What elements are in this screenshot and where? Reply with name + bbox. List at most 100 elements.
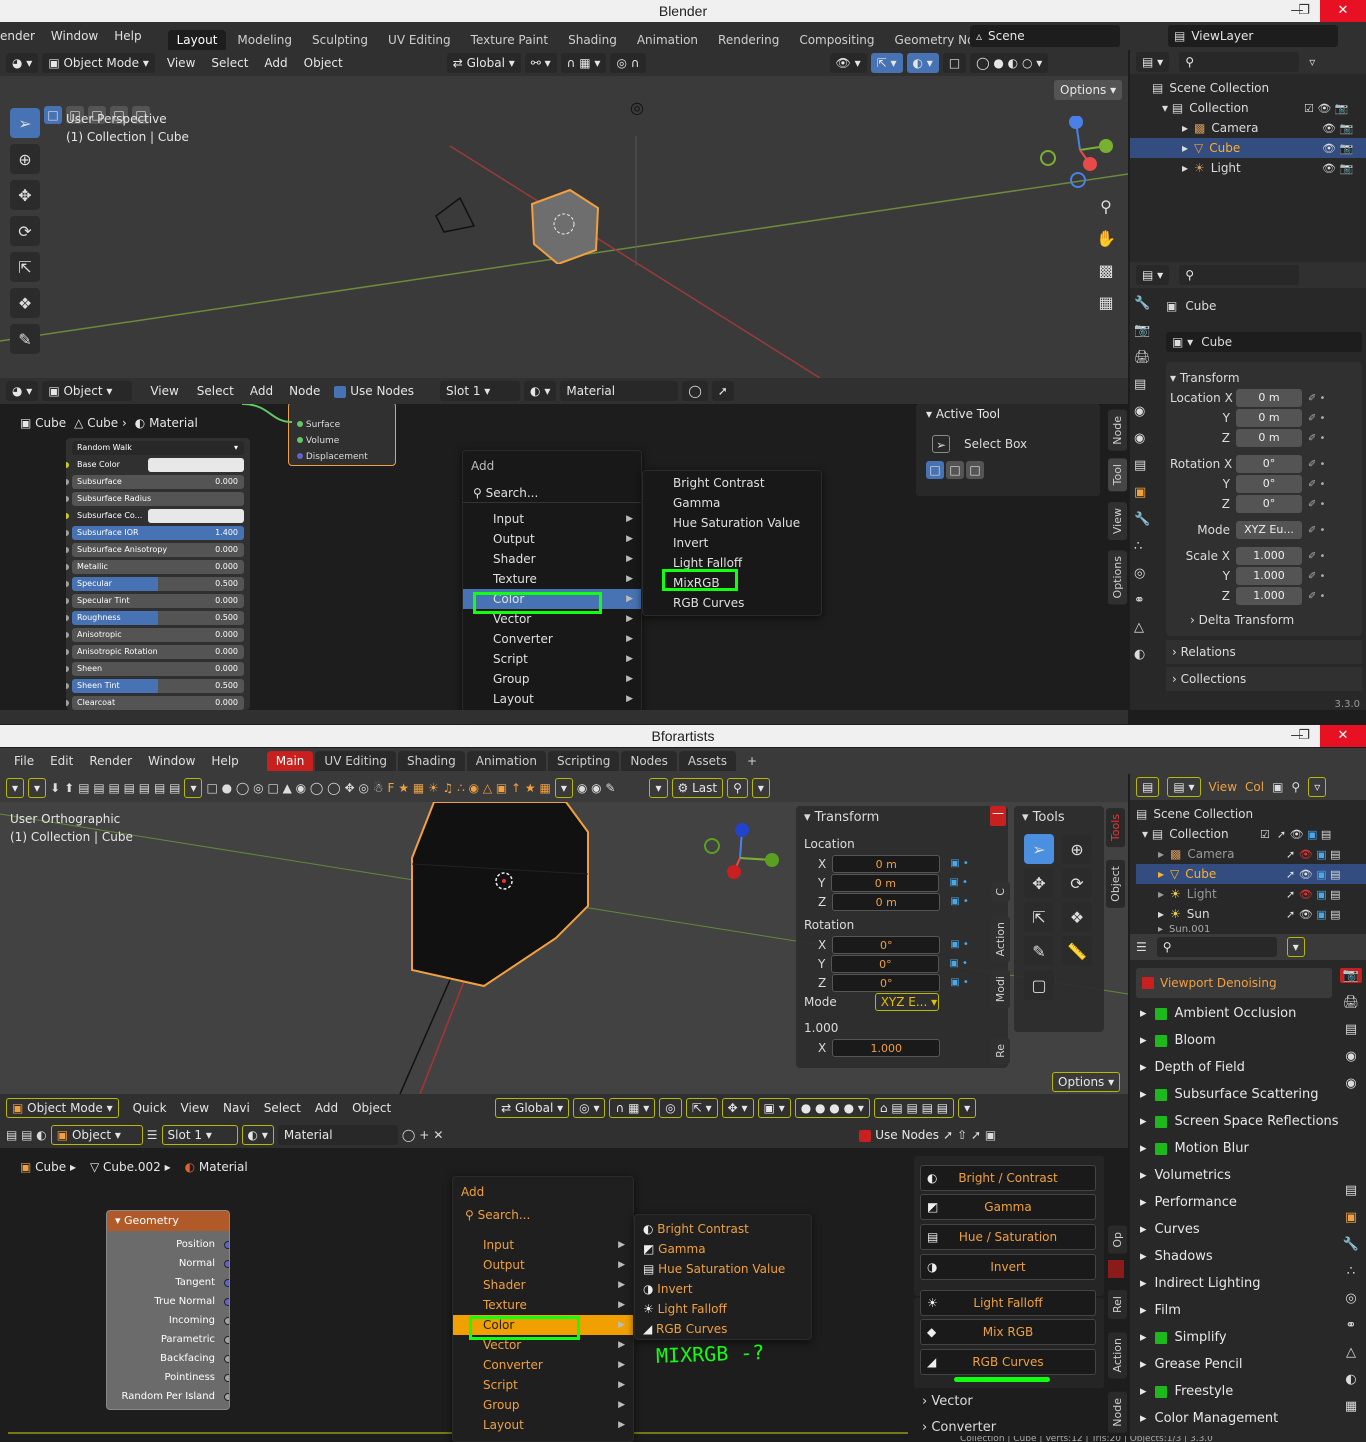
- enable-checkbox[interactable]: [1154, 1142, 1167, 1155]
- collection-props-icon[interactable]: ▤: [1134, 458, 1151, 473]
- tab-nodes[interactable]: Nodes: [621, 751, 677, 771]
- material-props-icon-bfa[interactable]: ◐: [1345, 1372, 1356, 1387]
- tab-shading-2[interactable]: Shading: [398, 751, 465, 771]
- output-socket[interactable]: [224, 1298, 229, 1306]
- scene-collection-row[interactable]: ▤ Scene Collection: [1152, 78, 1366, 98]
- add-menu-item-color[interactable]: Color ▶: [463, 589, 641, 609]
- material-output-node[interactable]: Surface Volume Displacement: [288, 404, 396, 466]
- cursor-tool-bfa[interactable]: ⊕: [1062, 834, 1092, 864]
- tab-animation[interactable]: Animation: [628, 30, 707, 50]
- render-props-icon[interactable]: 📷: [1134, 323, 1151, 338]
- new-material-icon[interactable]: +: [419, 1128, 429, 1142]
- lock-icon[interactable]: ✐ •: [1308, 459, 1325, 470]
- eevee-panel-9[interactable]: ▸ Shadows: [1140, 1243, 1339, 1270]
- proportional-toggle-bfa[interactable]: ◎: [659, 1098, 682, 1118]
- shelf-converter-header[interactable]: › Converter: [922, 1420, 996, 1435]
- use-nodes-checkbox[interactable]: Use Nodes: [334, 384, 414, 398]
- surface-socket[interactable]: Surface: [297, 417, 395, 433]
- slot-dropdown-bfa[interactable]: Slot 1 ▾: [161, 1125, 238, 1145]
- toolbar-dropdown-6[interactable]: ▾: [751, 778, 770, 798]
- tab-layout[interactable]: Layout: [167, 30, 227, 50]
- eevee-panel-12[interactable]: ▸ Simplify: [1140, 1324, 1339, 1351]
- shelf-tab-action[interactable]: Action: [1108, 1332, 1127, 1379]
- rotation-field-bfa[interactable]: 0°: [832, 935, 941, 954]
- enable-checkbox[interactable]: [1154, 1034, 1167, 1047]
- proportional-edit-toggle[interactable]: ◎ ∩: [610, 53, 646, 73]
- location-field[interactable]: 0 m: [1236, 389, 1302, 407]
- properties-search-bfa[interactable]: ⚲: [1156, 937, 1277, 957]
- tab-rendering[interactable]: Rendering: [709, 30, 788, 50]
- particles-props-icon[interactable]: ∴: [1134, 539, 1151, 554]
- zoom-icon[interactable]: ⚲: [1094, 194, 1118, 218]
- eevee-panel-4[interactable]: ▸ Screen Space Reflections: [1140, 1108, 1339, 1135]
- rotation-field-bfa[interactable]: 0°: [832, 973, 941, 992]
- fake-user-icon[interactable]: ◯: [682, 381, 708, 401]
- add-menu-item-vector[interactable]: Vector ▶: [463, 609, 641, 629]
- last-operator-button[interactable]: ⚙ Last: [671, 778, 724, 798]
- active-tool-header[interactable]: ▾ Active Tool: [916, 404, 1100, 424]
- editor-type-button[interactable]: ◕ ▾: [6, 53, 39, 73]
- keyframe-icon[interactable]: ▣ •: [950, 939, 969, 950]
- add-menu-item-shader[interactable]: Shader ▶: [463, 549, 641, 569]
- world-props-icon-bfa[interactable]: ◉: [1345, 1076, 1356, 1091]
- tab-uv-editing-2[interactable]: UV Editing: [315, 751, 397, 771]
- material-name-field-bfa[interactable]: Material: [277, 1125, 398, 1145]
- toolbar-dropdown-2[interactable]: ▾: [28, 778, 47, 798]
- color-menu-item[interactable]: Bright Contrast: [643, 473, 821, 493]
- tab-modeling[interactable]: Modeling: [228, 30, 301, 50]
- object-mode-dropdown[interactable]: ▣ Object Mode ▾: [42, 53, 155, 73]
- bsdf-input-socket[interactable]: [66, 513, 69, 519]
- add-menu-item-bfa-output[interactable]: Output ▶: [453, 1255, 633, 1275]
- eevee-panel-13[interactable]: ▸ Grease Pencil: [1140, 1351, 1339, 1378]
- rotation-mode-dropdown-bfa[interactable]: XYZ E... ▾: [874, 993, 939, 1011]
- location-field-bfa[interactable]: 0 m: [832, 892, 941, 911]
- color-menu-item-bfa[interactable]: ◐ Bright Contrast: [635, 1219, 811, 1239]
- outliner-light-row-bfa[interactable]: ▸ ☀ Light ➚ 👁 ▣ ▤: [1136, 884, 1366, 904]
- subsurface-method-dropdown[interactable]: Random Walk ▾: [72, 441, 244, 455]
- search-operator-button[interactable]: ⚲: [727, 778, 748, 798]
- toolbar-dropdown-5[interactable]: ▾: [649, 778, 668, 798]
- outliner-sun-row-bfa[interactable]: ▸ ☀ Sun ➚ 👁 ▣ ▤: [1136, 904, 1366, 924]
- tab-action[interactable]: Action: [991, 916, 1010, 963]
- maximize-button[interactable]: ❐: [1290, 0, 1318, 22]
- tab-shading[interactable]: Shading: [559, 30, 626, 50]
- bsdf-input-socket[interactable]: [66, 530, 69, 536]
- eevee-panel-2[interactable]: ▸ Depth of Field: [1140, 1054, 1339, 1081]
- bsdf-prop-row[interactable]: Metallic 0.000: [66, 560, 244, 574]
- color-menu-item-bfa[interactable]: ◑ Invert: [635, 1279, 811, 1299]
- menu-quick[interactable]: Quick: [133, 1101, 167, 1115]
- lock-icon[interactable]: ✐ •: [1308, 499, 1325, 510]
- menu-file[interactable]: File: [0, 754, 42, 768]
- eevee-panel-0[interactable]: ▸ Ambient Occlusion: [1140, 1000, 1339, 1027]
- object-mode-dropdown-bfa[interactable]: ▣ Object Mode ▾: [6, 1098, 119, 1118]
- outliner-display-bfa[interactable]: ▤ ▾: [1167, 777, 1201, 797]
- volume-socket[interactable]: Volume: [297, 433, 395, 449]
- eevee-panel-5[interactable]: ▸ Motion Blur: [1140, 1135, 1339, 1162]
- scene-field[interactable]: Scene: [988, 29, 1025, 43]
- tab-uv-editing[interactable]: UV Editing: [379, 30, 460, 50]
- menu-view-bfa[interactable]: View: [181, 1101, 209, 1115]
- toolbar-dropdown-1[interactable]: ▾: [6, 778, 25, 798]
- particles-props-icon-bfa[interactable]: ∴: [1347, 1264, 1355, 1279]
- object-name-field[interactable]: Cube: [1185, 299, 1216, 313]
- output-socket[interactable]: [224, 1317, 229, 1325]
- transform-tool[interactable]: ❖: [10, 288, 40, 318]
- eevee-panel-8[interactable]: ▸ Curves: [1140, 1216, 1339, 1243]
- menu-edit[interactable]: Edit: [42, 754, 81, 768]
- view-layer-props-icon-bfa[interactable]: ▤: [1345, 1022, 1357, 1037]
- tab-object-bfa[interactable]: Object: [1106, 860, 1125, 908]
- view-layer-props-icon[interactable]: ▤: [1134, 377, 1151, 392]
- enable-checkbox[interactable]: [1154, 1115, 1167, 1128]
- menu-add-bfa[interactable]: Add: [315, 1101, 338, 1115]
- output-socket[interactable]: [224, 1355, 229, 1363]
- enable-checkbox[interactable]: [1154, 1331, 1167, 1344]
- close-button[interactable]: ✕: [1320, 0, 1366, 22]
- add-menu-search[interactable]: ⚲ Search...: [463, 483, 641, 503]
- options-button[interactable]: Options ▾: [1054, 80, 1123, 100]
- orientation-dropdown-bfa[interactable]: ⇄ Global ▾: [495, 1098, 570, 1118]
- pin-icon[interactable]: ➚: [711, 381, 734, 401]
- shading-modes-bfa[interactable]: ● ● ● ● ▾: [794, 1098, 870, 1118]
- xray-toggle[interactable]: □: [942, 53, 967, 73]
- shelf-button-5[interactable]: ◆ Mix RGB: [920, 1319, 1096, 1345]
- bsdf-prop-row[interactable]: Roughness 0.500: [66, 611, 244, 625]
